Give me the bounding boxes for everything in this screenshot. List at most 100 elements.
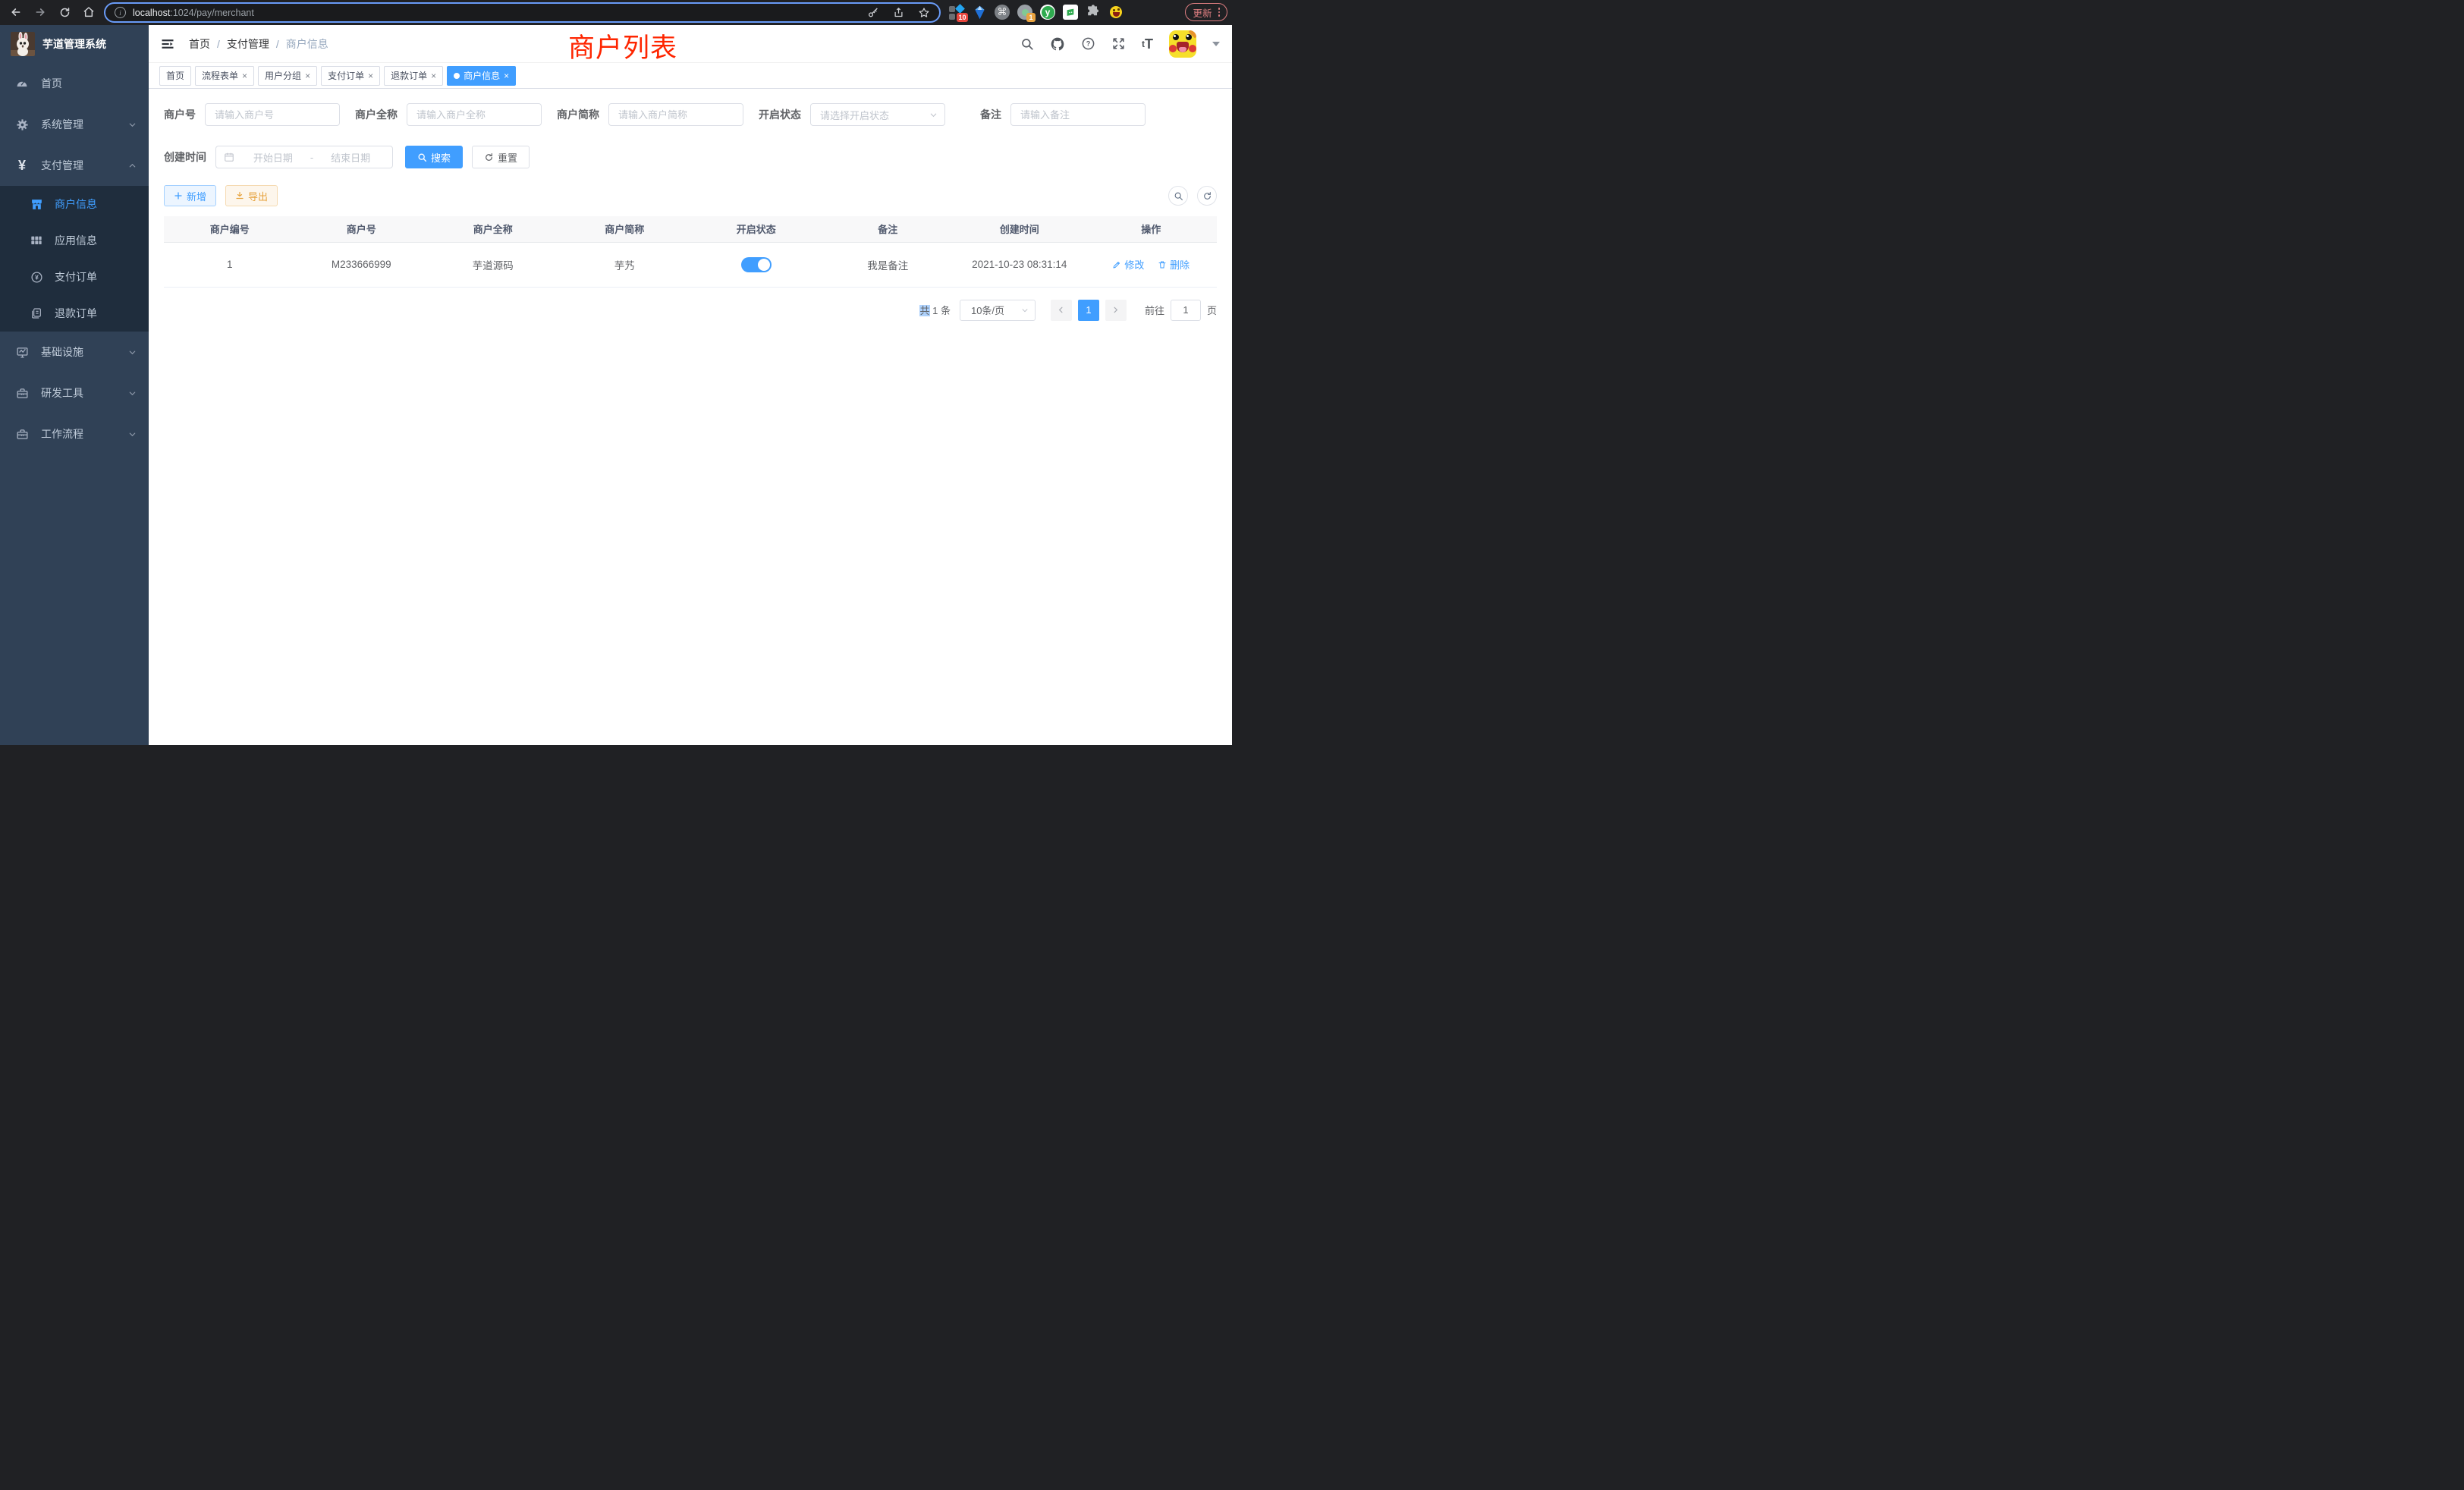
tab-process-form[interactable]: 流程表单× xyxy=(195,66,254,86)
sidebar-item-refund-order[interactable]: 退款订单 xyxy=(0,295,149,332)
col-seq: 商户编号 xyxy=(164,216,296,242)
start-date-placeholder: 开始日期 xyxy=(239,150,307,165)
user-avatar[interactable] xyxy=(1169,30,1196,58)
extension-y-icon[interactable]: y xyxy=(1040,5,1056,20)
browser-extensions: 10 ⌘ 1 y xyxy=(949,0,1124,25)
sidebar-collapse-icon[interactable] xyxy=(160,36,175,52)
sidebar-item-merchant-info[interactable]: 商户信息 xyxy=(0,186,149,222)
browser-menu-icon[interactable] xyxy=(1218,8,1221,17)
profile-avatar-icon[interactable] xyxy=(1108,5,1124,20)
edit-link[interactable]: 修改 xyxy=(1112,257,1144,272)
cell-create-time: 2021-10-23 08:31:14 xyxy=(954,242,1086,287)
short-name-label: 商户简称 xyxy=(557,107,608,122)
browser-update-button[interactable]: 更新 xyxy=(1185,3,1227,21)
sidebar-item-system[interactable]: 系统管理 xyxy=(0,104,149,145)
refresh-button[interactable] xyxy=(1197,186,1217,206)
page-number-1[interactable]: 1 xyxy=(1078,300,1099,321)
sidebar-item-app-info[interactable]: 应用信息 xyxy=(0,222,149,259)
sidebar-item-pay-order[interactable]: ¥ 支付订单 xyxy=(0,259,149,295)
fullscreen-icon[interactable] xyxy=(1111,36,1126,51)
cell-full-name: 芋道源码 xyxy=(427,242,559,287)
chevron-down-icon xyxy=(128,430,137,439)
gear-icon xyxy=(14,118,30,131)
password-key-icon[interactable] xyxy=(867,7,879,19)
cell-merchant-no: M233666999 xyxy=(296,242,428,287)
create-time-range-picker[interactable]: 开始日期 - 结束日期 xyxy=(215,146,393,168)
toggle-search-button[interactable] xyxy=(1168,186,1188,206)
site-info-icon[interactable]: i xyxy=(115,7,126,18)
sidebar-item-label: 研发工具 xyxy=(41,385,83,401)
close-icon[interactable]: × xyxy=(242,71,247,80)
browser-reload-icon[interactable] xyxy=(55,2,74,22)
cell-seq: 1 xyxy=(164,242,296,287)
reset-button[interactable]: 重置 xyxy=(472,146,530,168)
sidebar-item-label: 首页 xyxy=(41,76,62,91)
breadcrumb-home[interactable]: 首页 xyxy=(189,36,210,52)
breadcrumb-pay[interactable]: 支付管理 xyxy=(227,36,269,52)
breadcrumb-current: 商户信息 xyxy=(286,36,328,52)
col-short-name: 商户简称 xyxy=(559,216,691,242)
extension-grid-icon[interactable]: 10 xyxy=(949,5,965,20)
tab-merchant-info[interactable]: 商户信息× xyxy=(447,66,516,86)
delete-link[interactable]: 删除 xyxy=(1158,257,1190,272)
create-time-label: 创建时间 xyxy=(164,149,215,165)
yen-icon: ¥ xyxy=(14,158,30,174)
sidebar-logo-row[interactable]: 芋道管理系统 xyxy=(0,25,149,63)
goto-page: 前往 页 xyxy=(1145,300,1217,321)
next-page-button[interactable] xyxy=(1105,300,1127,321)
font-size-icon[interactable]: tT xyxy=(1142,37,1153,51)
help-icon[interactable]: ? xyxy=(1081,36,1095,51)
extension-dot-icon[interactable]: 1 xyxy=(1017,5,1033,20)
extension-badge: 10 xyxy=(957,13,968,22)
chevron-down-icon xyxy=(1021,306,1029,314)
search-button[interactable]: 搜索 xyxy=(405,146,463,168)
short-name-input[interactable] xyxy=(608,103,743,126)
monitor-chart-icon xyxy=(14,346,30,359)
table-row: 1 M233666999 芋道源码 芋艿 我是备注 2021-10-23 08:… xyxy=(164,242,1217,287)
tab-home[interactable]: 首页 xyxy=(159,66,191,86)
sidebar-item-workflow[interactable]: 工作流程 xyxy=(0,413,149,454)
address-bar[interactable]: i localhost:1024/pay/merchant xyxy=(104,2,941,23)
close-icon[interactable]: × xyxy=(504,71,509,80)
browser-forward-icon[interactable] xyxy=(30,2,50,22)
navbar-actions: ? tT xyxy=(1020,30,1232,58)
bookmark-star-icon[interactable] xyxy=(918,7,930,19)
share-icon[interactable] xyxy=(893,7,904,18)
sidebar-item-home[interactable]: 首页 xyxy=(0,63,149,104)
sidebar-item-infra[interactable]: 基础设施 xyxy=(0,332,149,372)
export-button[interactable]: 导出 xyxy=(225,185,278,206)
browser-home-icon[interactable] xyxy=(79,2,99,22)
sidebar-item-dev-tools[interactable]: 研发工具 xyxy=(0,372,149,413)
close-icon[interactable]: × xyxy=(431,71,436,80)
extension-command-icon[interactable]: ⌘ xyxy=(995,5,1010,20)
page-size-select[interactable]: 10条/页 xyxy=(960,300,1036,321)
header-search-icon[interactable] xyxy=(1020,37,1034,51)
sidebar-item-label: 商户信息 xyxy=(55,196,97,212)
yen-circle-icon: ¥ xyxy=(29,271,44,284)
tab-user-group[interactable]: 用户分组× xyxy=(258,66,317,86)
app-title: 芋道管理系统 xyxy=(42,36,106,52)
avatar-caret-icon[interactable] xyxy=(1212,42,1220,46)
tab-refund-order[interactable]: 退款订单× xyxy=(384,66,443,86)
goto-page-input[interactable] xyxy=(1171,300,1201,321)
extension-gem-icon[interactable] xyxy=(972,5,988,20)
close-icon[interactable]: × xyxy=(305,71,310,80)
cell-remark: 我是备注 xyxy=(822,242,954,287)
close-icon[interactable]: × xyxy=(368,71,373,80)
sidebar-item-pay[interactable]: ¥ 支付管理 xyxy=(0,145,149,186)
tab-pay-order[interactable]: 支付订单× xyxy=(321,66,380,86)
navbar: 首页 / 支付管理 / 商户信息 ? xyxy=(149,25,1232,63)
col-create-time: 创建时间 xyxy=(954,216,1086,242)
extension-chat-icon[interactable] xyxy=(1063,5,1079,20)
status-toggle[interactable] xyxy=(741,257,772,272)
add-button[interactable]: 新增 xyxy=(164,185,216,206)
full-name-input[interactable] xyxy=(407,103,542,126)
github-icon[interactable] xyxy=(1050,36,1065,52)
dashboard-icon xyxy=(14,77,30,90)
remark-input[interactable] xyxy=(1010,103,1146,126)
browser-back-icon[interactable] xyxy=(6,2,26,22)
status-select[interactable]: 请选择开启状态 xyxy=(810,103,945,126)
prev-page-button[interactable] xyxy=(1051,300,1072,321)
merchant-no-input[interactable] xyxy=(205,103,340,126)
extensions-puzzle-icon[interactable] xyxy=(1086,5,1102,20)
